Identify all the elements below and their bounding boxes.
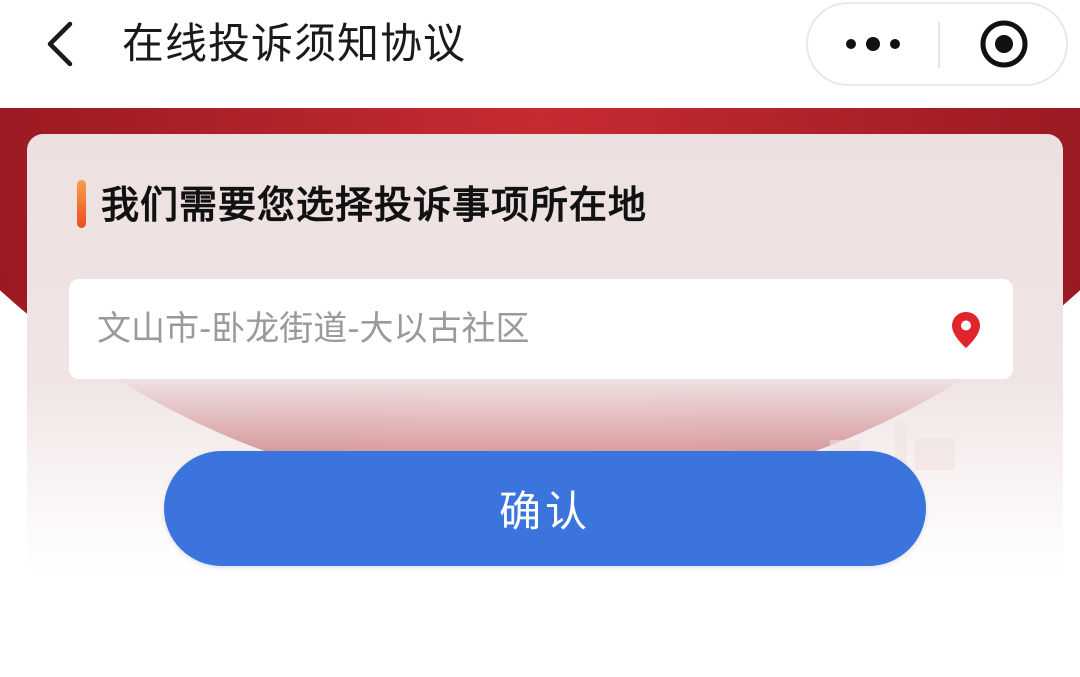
navigation-bar: 在线投诉须知协议 [0,0,1080,108]
confirm-button[interactable]: 确认 [164,451,926,566]
mini-program-capsule [806,2,1068,86]
close-button[interactable] [942,4,1066,84]
more-dots-icon [846,37,900,51]
chevron-left-icon [47,21,73,67]
title-accent-bar [77,180,86,228]
page: 在线投诉须知协议 我们需要您选择投诉事项所在地 文山市-卧龙街道-大以古社区 确… [0,0,1080,677]
page-title: 在线投诉须知协议 [122,19,467,68]
location-selector[interactable]: 文山市-卧龙街道-大以古社区 [69,279,1013,379]
card-title: 我们需要您选择投诉事项所在地 [101,183,648,227]
map-pin-icon [952,312,980,348]
more-button[interactable] [808,4,938,84]
capsule-divider [938,22,940,68]
target-circle-icon [980,20,1028,68]
location-value: 文山市-卧龙街道-大以古社区 [97,309,530,349]
back-button[interactable] [30,14,90,74]
